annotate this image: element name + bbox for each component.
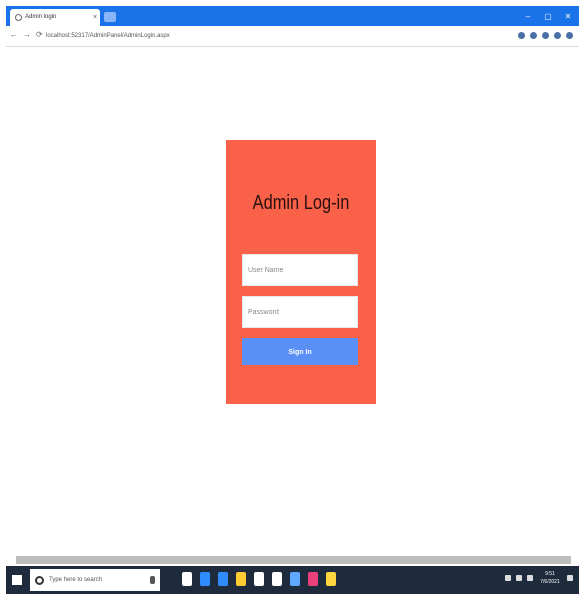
browser-tab[interactable]: Admin login × <box>10 9 100 26</box>
address-bar: ← → ⟳ localhost:52317/AdminPanel/AdminLo… <box>6 26 579 47</box>
screen: Admin login × – ▢ ✕ ← → ⟳ localhost:5231… <box>0 0 579 598</box>
microphone-icon[interactable] <box>150 576 155 584</box>
login-title: Admin Log-in <box>252 192 350 214</box>
taskbar: Type here to search 9:51 7/6/2021 <box>6 566 579 594</box>
horizontal-scrollbar[interactable] <box>16 556 571 564</box>
sign-in-button[interactable]: Sign In <box>242 338 358 365</box>
navigation-buttons: ← → ⟳ <box>10 30 43 39</box>
taskbar-app-icon[interactable] <box>254 572 264 586</box>
action-center-icon[interactable] <box>567 575 573 581</box>
window-controls: – ▢ ✕ <box>523 6 573 26</box>
tab-close-icon[interactable]: × <box>90 9 100 26</box>
taskbar-app-icon[interactable] <box>308 572 318 586</box>
taskbar-app-icon[interactable] <box>182 572 192 586</box>
taskbar-app-icon[interactable] <box>326 572 336 586</box>
clock-time: 9:51 <box>545 571 555 577</box>
page-favicon-icon <box>15 14 22 21</box>
taskbar-app-icon[interactable] <box>200 572 210 586</box>
browser-toolbar-icons <box>518 29 573 39</box>
forward-arrow-icon[interactable]: → <box>23 30 31 39</box>
volume-icon[interactable] <box>527 575 533 581</box>
taskbar-search-box[interactable]: Type here to search <box>30 569 160 591</box>
pinned-apps <box>182 572 336 586</box>
bookmark-star-icon[interactable] <box>518 32 525 39</box>
tab-title: Admin login <box>25 14 57 20</box>
url-field[interactable]: localhost:52317/AdminPanel/AdminLogin.as… <box>46 29 476 43</box>
menu-icon[interactable] <box>566 32 573 39</box>
username-input[interactable] <box>242 254 358 286</box>
taskbar-search-placeholder: Type here to search <box>49 577 103 583</box>
taskbar-app-icon[interactable] <box>272 572 282 586</box>
minimize-button[interactable]: – <box>523 12 533 21</box>
extension-icon[interactable] <box>530 32 537 39</box>
new-tab-button[interactable] <box>104 12 116 22</box>
extension-icon[interactable] <box>542 32 549 39</box>
cortana-icon <box>35 575 44 585</box>
taskbar-app-icon[interactable] <box>236 572 246 586</box>
close-window-button[interactable]: ✕ <box>563 12 573 21</box>
clock-date: 7/6/2021 <box>540 579 560 585</box>
notification-icon[interactable] <box>505 575 511 581</box>
password-input[interactable] <box>242 296 358 328</box>
network-icon[interactable] <box>516 575 522 581</box>
browser-title-bar: Admin login × – ▢ ✕ <box>6 6 579 26</box>
maximize-button[interactable]: ▢ <box>543 12 553 21</box>
reload-icon[interactable]: ⟳ <box>36 30 43 39</box>
taskbar-app-icon[interactable] <box>218 572 228 586</box>
taskbar-clock[interactable]: 9:51 7/6/2021 <box>538 570 562 586</box>
back-arrow-icon[interactable]: ← <box>10 30 18 39</box>
windows-start-icon[interactable] <box>12 575 22 585</box>
system-tray: 9:51 7/6/2021 <box>505 570 573 586</box>
profile-icon[interactable] <box>554 32 561 39</box>
taskbar-app-icon[interactable] <box>290 572 300 586</box>
login-card: Admin Log-in Sign In <box>226 140 376 404</box>
